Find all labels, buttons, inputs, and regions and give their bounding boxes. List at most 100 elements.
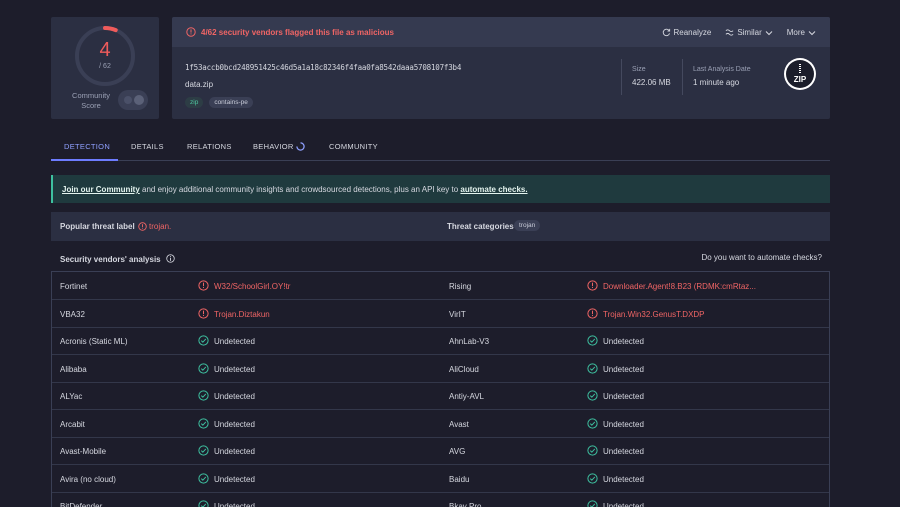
alert-circle-icon [587, 307, 598, 319]
similar-dropdown[interactable]: Similar [725, 28, 773, 37]
last-analysis-label: Last Analysis Date [693, 66, 751, 73]
automate-checks-link[interactable]: automate checks. [460, 185, 527, 194]
vendor-name: Baidu [449, 474, 470, 484]
detection-result: Undetected [587, 500, 644, 507]
similar-icon [725, 29, 734, 36]
vendor-name: Antiy-AVL [449, 392, 484, 401]
file-name: data.zip [185, 80, 214, 89]
community-score-card: 4 / 62 Community Score [51, 17, 159, 119]
vendor-row: Avira (no cloud) Undetected Baidu Undetecte… [52, 465, 829, 493]
more-dropdown[interactable]: More [787, 28, 816, 37]
tag-zip[interactable]: zip [185, 97, 204, 108]
community-vote-toggle[interactable] [118, 90, 148, 110]
last-analysis-value: 1 minute ago [693, 78, 740, 87]
malicious-alert-bar: 4/62 security vendors flagged this file … [172, 17, 830, 47]
alert-circle-icon [138, 222, 147, 231]
detection-result: Undetected [198, 417, 255, 429]
vendors-analysis-title: Security vendors' analysis [60, 253, 175, 264]
check-circle-icon [198, 445, 209, 456]
vendor-name: AhnLab-V3 [449, 337, 490, 346]
vote-down-icon[interactable] [124, 96, 132, 104]
detection-result: Undetected [587, 362, 644, 374]
check-circle-icon [587, 472, 598, 484]
vendors-table: Fortinet W32/SchoolGirl.OY!tr Rising Downlo… [51, 271, 830, 507]
banner-middle-text: and enjoy additional community insights … [139, 185, 461, 194]
vendor-name: Avast [449, 419, 469, 429]
threat-summary: Popular threat label trojan. Threat cate… [51, 212, 830, 241]
refresh-icon [662, 28, 670, 37]
vendor-row: Fortinet W32/SchoolGirl.OY!tr Rising Downlo… [52, 272, 829, 300]
check-circle-icon [587, 335, 598, 346]
threat-category-chip[interactable]: trojan [514, 220, 541, 231]
vendor-row: ALYac Undetected Antiy-AVL Undetected [52, 382, 829, 410]
vendor-name: Avira (no cloud) [60, 474, 116, 484]
detection-count: 4 [99, 39, 111, 61]
vendor-row: VBA32 Trojan.Diztakun VirIT Trojan.Win32.Ge… [52, 300, 829, 328]
detection-result: Undetected [198, 500, 255, 507]
file-actions: Reanalyze Similar More [662, 28, 817, 37]
active-tab-indicator [51, 159, 118, 161]
banner-text: Join our Community and enjoy additional … [62, 185, 528, 194]
check-circle-icon [198, 362, 209, 374]
divider [621, 59, 622, 95]
check-circle-icon [587, 362, 598, 374]
detection-result: Trojan.Diztakun [198, 307, 270, 319]
check-circle-icon [587, 445, 598, 456]
loading-spinner-icon [296, 142, 305, 151]
detection-result: Undetected [587, 335, 644, 346]
vendor-row: Acronis (Static ML) Undetected AhnLab-V3 Un… [52, 327, 829, 355]
detection-result: Undetected [587, 390, 644, 401]
tab-behavior[interactable]: BEHAVIOR [253, 142, 294, 151]
similar-label: Similar [737, 28, 762, 37]
detection-result: Undetected [198, 472, 255, 484]
check-circle-icon [587, 390, 598, 401]
detection-result: Undetected [587, 472, 644, 484]
size-label: Size [632, 66, 646, 73]
vendor-name: AVG [449, 447, 466, 456]
reanalyze-button[interactable]: Reanalyze [662, 28, 712, 37]
detection-result: Undetected [587, 417, 644, 429]
zip-file-icon: ZIP [784, 58, 816, 90]
vendor-row: Avast-Mobile Undetected AVG Undetected [52, 437, 829, 465]
detection-result: Trojan.Win32.GenusT.DXDP [587, 307, 705, 319]
info-icon[interactable] [166, 254, 175, 263]
vendor-name: ALYac [60, 392, 83, 401]
chevron-down-icon [765, 30, 773, 35]
more-label: More [786, 28, 805, 37]
tab-community[interactable]: COMMUNITY [329, 142, 378, 151]
detection-result: W32/SchoolGirl.OY!tr [198, 280, 290, 291]
file-hash[interactable]: 1f53accb0bcd248951425c46d5a1a18c82346f4f… [185, 63, 461, 72]
automate-checks-prompt[interactable]: Do you want to automate checks? [701, 253, 822, 262]
threat-categories-label: Threat categories [447, 222, 514, 231]
vendor-name: Bkav Pro [449, 502, 482, 507]
popular-threat-label: Popular threat label [60, 222, 135, 231]
detection-result: Undetected [198, 362, 255, 374]
community-score-label: Community Score [72, 91, 110, 110]
join-community-link[interactable]: Join our Community [62, 185, 140, 194]
alert-circle-icon [198, 280, 209, 291]
reanalyze-label: Reanalyze [673, 28, 712, 37]
vendor-name: VirIT [449, 309, 466, 319]
alert-circle-icon [198, 307, 209, 319]
chevron-down-icon [808, 30, 816, 35]
file-info-card: 4/62 security vendors flagged this file … [172, 17, 830, 119]
tab-details[interactable]: DETAILS [131, 142, 164, 151]
check-circle-icon [587, 417, 598, 429]
alert-text: 4/62 security vendors flagged this file … [201, 28, 394, 37]
vendor-name: AliCloud [449, 364, 479, 374]
tag-contains-pe[interactable]: contains-pe [209, 97, 253, 108]
vendor-name: Rising [449, 282, 472, 291]
size-value: 422.06 MB [632, 78, 671, 87]
vendor-name: Alibaba [60, 364, 87, 374]
check-circle-icon [198, 390, 209, 401]
vote-up-icon[interactable] [134, 95, 144, 105]
tab-relations[interactable]: RELATIONS [187, 142, 232, 151]
tab-detection[interactable]: DETECTION [64, 142, 110, 151]
popular-threat-value[interactable]: trojan. [149, 222, 171, 231]
vendor-name: VBA32 [60, 309, 85, 319]
community-banner: Join our Community and enjoy additional … [51, 175, 830, 203]
detection-result: Undetected [587, 445, 644, 456]
detection-result: Undetected [198, 335, 255, 346]
file-type-label: ZIP [793, 75, 807, 84]
vendor-total: / 62 [99, 63, 111, 70]
